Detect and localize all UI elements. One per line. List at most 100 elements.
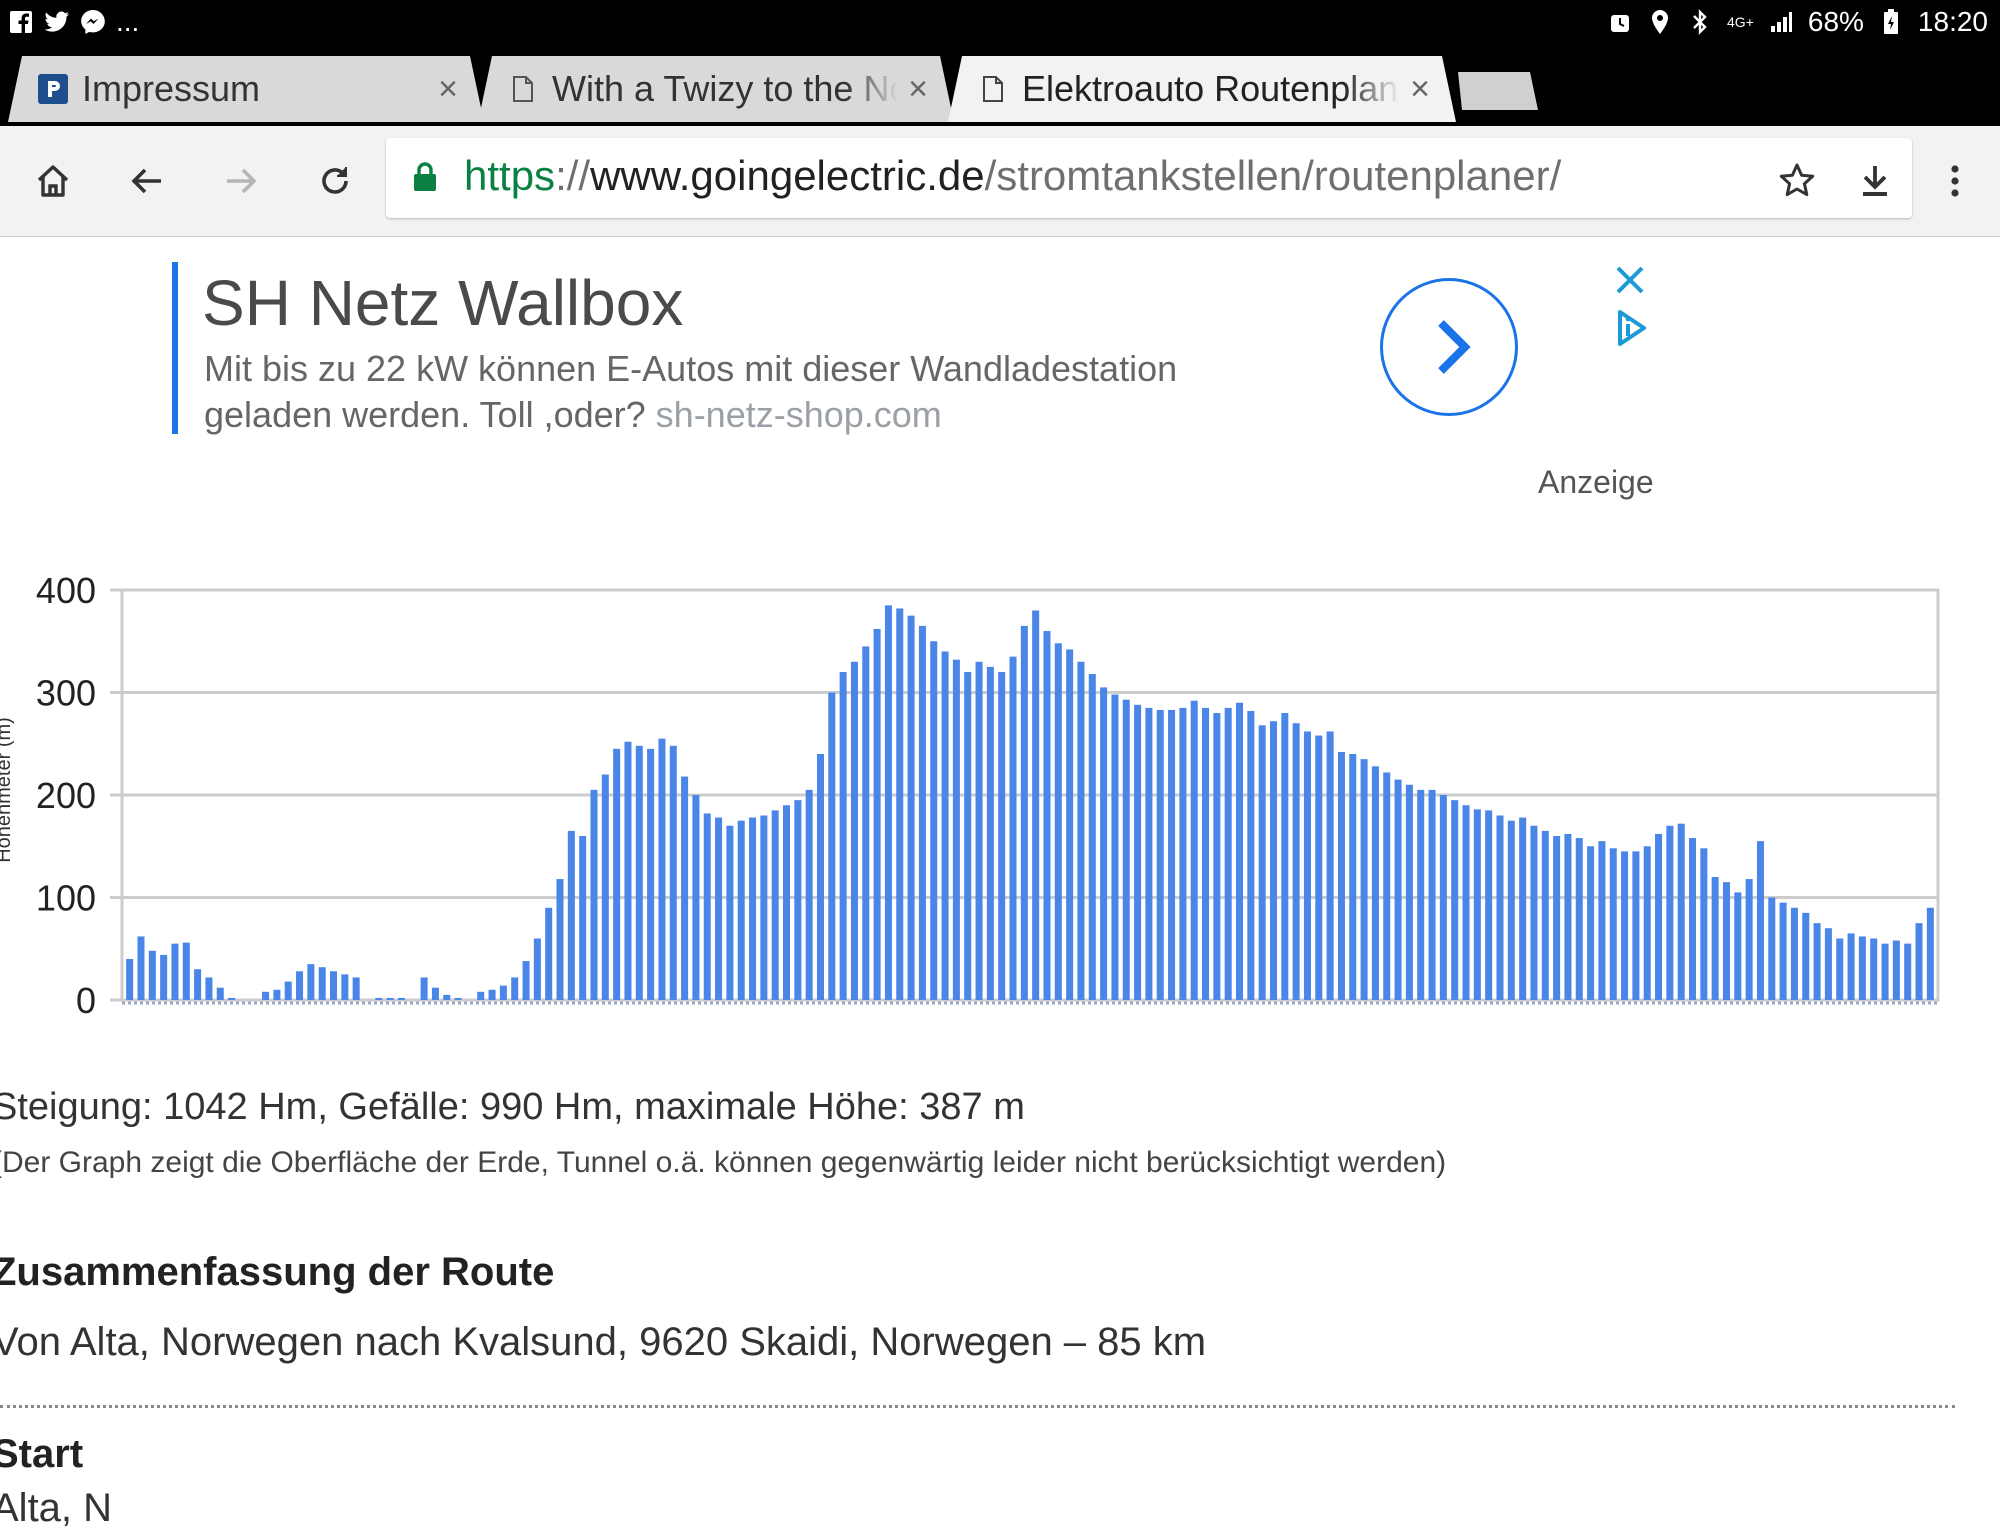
tab-impressum[interactable]: Impressum × <box>8 56 484 122</box>
elevation-bar <box>352 977 360 1000</box>
elevation-bar <box>1519 817 1527 1000</box>
elevation-bar <box>1043 631 1051 1000</box>
url-host: www.goingelectric.de <box>590 152 985 199</box>
elevation-bar <box>194 969 202 1000</box>
elevation-bar <box>1145 707 1153 1001</box>
ad-domain[interactable]: sh-netz-shop.com <box>656 394 942 435</box>
location-icon <box>1647 9 1673 35</box>
tab-close-button[interactable]: × <box>908 70 928 109</box>
battery-percent: 68% <box>1807 6 1864 37</box>
elevation-bar <box>771 810 779 1001</box>
elevation-bar <box>952 659 960 1000</box>
home-icon <box>37 165 69 197</box>
elevation-bar <box>1054 643 1062 1000</box>
elevation-bar <box>1326 731 1334 1000</box>
ad-label: Anzeige <box>1538 464 1654 500</box>
route-note: (Der Graph zeigt die Oberfläche der Erde… <box>0 1146 1447 1179</box>
alarm-icon <box>1607 9 1633 35</box>
elevation-bar <box>1247 710 1255 1000</box>
tab-close-button[interactable]: × <box>1410 70 1430 109</box>
page-icon <box>508 74 538 104</box>
elevation-bar <box>1813 923 1821 1001</box>
elevation-bar <box>1926 907 1934 1000</box>
elevation-bar <box>533 938 541 1000</box>
elevation-bar <box>1745 879 1753 1000</box>
elevation-bar <box>1315 735 1323 1000</box>
elevation-bar <box>567 830 575 1001</box>
tab-twizy[interactable]: With a Twizy to the North Cape × <box>478 56 954 122</box>
elevation-bar <box>1202 707 1210 1001</box>
url-text[interactable]: https://www.goingelectric.de/stromtankst… <box>464 152 1561 200</box>
elevation-bar <box>1485 810 1493 1001</box>
elevation-bar <box>839 672 847 1000</box>
ad-open-button[interactable] <box>1380 278 1518 416</box>
tab-close-button[interactable]: × <box>438 70 458 109</box>
elevation-bar <box>1802 912 1810 1001</box>
y-tick-label: 100 <box>36 878 96 919</box>
elevation-bar <box>1077 661 1085 1000</box>
elevation-bar <box>1383 772 1391 1000</box>
elevation-bar <box>1734 892 1742 1001</box>
forward-button[interactable] <box>214 154 268 208</box>
ad-title[interactable]: SH Netz Wallbox <box>202 266 683 340</box>
elevation-bar <box>873 628 881 1000</box>
back-button[interactable] <box>120 154 174 208</box>
elevation-bar <box>1303 731 1311 1000</box>
ad-close-icon[interactable] <box>1612 262 1648 298</box>
elevation-bar <box>205 977 213 1000</box>
bookmark-button[interactable] <box>1770 154 1824 208</box>
elevation-bar <box>1111 694 1119 1000</box>
elevation-bar <box>986 666 994 1001</box>
elevation-bar <box>1587 846 1595 1000</box>
new-tab-button[interactable] <box>1458 72 1538 110</box>
elevation-bar <box>1190 700 1198 1000</box>
elevation-bar <box>1790 907 1798 1000</box>
reload-button[interactable] <box>308 154 362 208</box>
elevation-bar <box>273 989 281 1000</box>
elevation-bar <box>454 997 462 1000</box>
address-bar[interactable]: https://www.goingelectric.de/stromtankst… <box>386 138 1912 218</box>
elevation-bar <box>1711 877 1719 1000</box>
elevation-bar <box>488 989 496 1000</box>
elevation-bar <box>1689 838 1697 1000</box>
section-divider <box>0 1405 1955 1408</box>
elevation-bar <box>330 971 338 1000</box>
elevation-bar <box>794 800 802 1001</box>
elevation-bar <box>828 692 836 1000</box>
elevation-bar <box>1621 851 1629 1001</box>
adchoices-icon[interactable] <box>1612 308 1652 348</box>
route-stats: Steigung: 1042 Hm, Gefälle: 990 Hm, maxi… <box>0 1086 1025 1128</box>
ad-banner[interactable]: SH Netz Wallbox Mit bis zu 22 kW können … <box>172 262 1662 438</box>
home-button[interactable] <box>26 154 80 208</box>
elevation-bar <box>545 907 553 1000</box>
elevation-bar <box>1655 833 1663 1000</box>
elevation-bar <box>1337 751 1345 1000</box>
elevation-bar <box>1632 851 1640 1001</box>
elevation-bar <box>749 817 757 1000</box>
more-vert-icon <box>1951 165 1959 197</box>
elevation-bar <box>1100 687 1108 1001</box>
elevation-bar <box>511 977 519 1000</box>
elevation-bar <box>964 672 972 1000</box>
elevation-bar <box>1417 789 1425 1000</box>
elevation-bar <box>613 748 621 1000</box>
y-tick-label: 200 <box>36 775 96 816</box>
elevation-bar <box>862 646 870 1001</box>
elevation-bar <box>1564 833 1572 1000</box>
elevation-bar <box>1836 938 1844 1000</box>
elevation-bar <box>1609 848 1617 1000</box>
elevation-bar <box>397 997 405 1000</box>
tab-routenplaner[interactable]: Elektroauto Routenplaner × <box>948 56 1456 122</box>
elevation-bar <box>896 608 904 1000</box>
elevation-bar <box>1088 674 1096 1000</box>
start-text: Alta, N <box>0 1486 113 1530</box>
menu-button[interactable] <box>1928 154 1982 208</box>
elevation-bar <box>703 813 711 1000</box>
elevation-bar <box>1496 815 1504 1000</box>
clock: 18:20 <box>1917 6 1988 37</box>
elevation-bar <box>1756 841 1764 1001</box>
download-button[interactable] <box>1848 154 1902 208</box>
status-bar: ... 4G+ 68% 18:20 <box>0 0 2000 46</box>
elevation-bar <box>1677 823 1685 1000</box>
elevation-bar <box>805 789 813 1000</box>
